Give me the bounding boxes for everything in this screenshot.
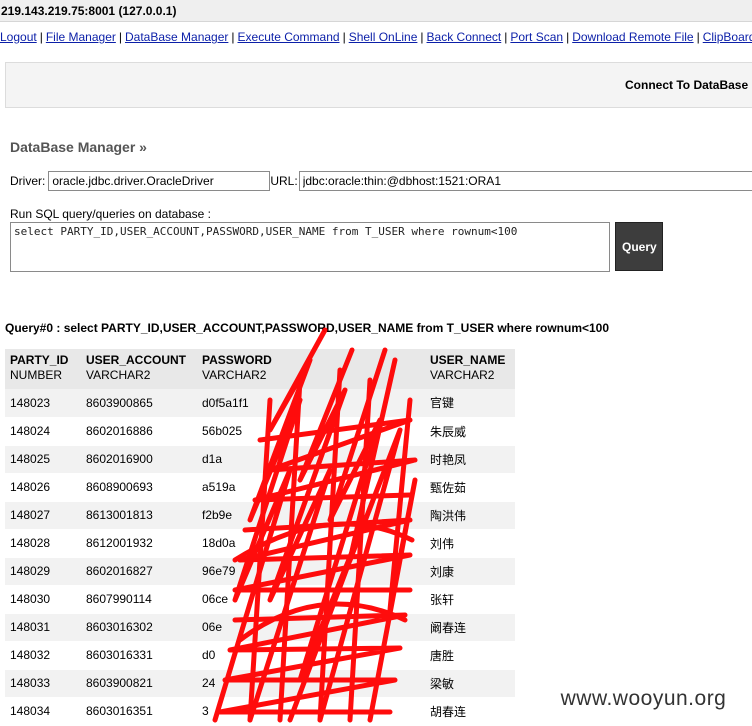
nav-shell-online[interactable]: Shell OnLine — [349, 30, 418, 44]
column-header: PARTY_ID NUMBER — [5, 349, 81, 389]
column-header: USER_ACCOUNT VARCHAR2 — [81, 349, 197, 389]
table-row: 148025 8602016900 d1a 时艳凤 — [5, 445, 515, 474]
table-row: 148028 8612001932 18d0a 刘伟 — [5, 529, 515, 558]
table-header-row: PARTY_ID NUMBER USER_ACCOUNT VARCHAR2 PASS… — [5, 349, 515, 389]
query-result-title: Query#0 : select PARTY_ID,USER_ACCOUNT,P… — [5, 321, 610, 335]
nav-download-remote-file[interactable]: Download Remote File — [572, 30, 693, 44]
nav-file-manager[interactable]: File Manager — [46, 30, 116, 44]
watermark: www.wooyun.org — [535, 679, 752, 719]
url-label: URL: — [270, 174, 298, 188]
nav-database-manager[interactable]: DataBase Manager — [125, 30, 228, 44]
driver-label: Driver: — [10, 174, 46, 188]
nav-clipboard[interactable]: ClipBoard — [703, 30, 752, 44]
nav-execute-command[interactable]: Execute Command — [238, 30, 340, 44]
window-title: 219.143.219.75:8001 (127.0.0.1) — [0, 0, 752, 22]
result-table: PARTY_ID NUMBER USER_ACCOUNT VARCHAR2 PASS… — [5, 349, 515, 726]
table-row: 148034 8603016351 3 胡春连 — [5, 697, 515, 726]
table-row: 148031 8603016302 06e 阚春连 — [5, 613, 515, 642]
table-row: 148026 8608900693 a519a 甄佐茹 — [5, 473, 515, 502]
column-header: USER_NAME VARCHAR2 — [425, 349, 515, 389]
table-row: 148032 8603016331 d0 唐胜 — [5, 641, 515, 670]
connect-panel: Connect To DataBase — [5, 62, 752, 108]
sql-label: Run SQL query/queries on database : — [10, 207, 212, 221]
connect-label: Connect To DataBase — [625, 78, 749, 92]
table-row: 148023 8603900865 d0f5a1f1 官键 — [5, 389, 515, 418]
sql-query-textarea[interactable]: select PARTY_ID,USER_ACCOUNT,PASSWORD,US… — [10, 222, 610, 272]
nav-logout[interactable]: Logout — [0, 30, 37, 44]
table-row: 148024 8602016886 56b025 朱辰威 — [5, 417, 515, 446]
connection-form: Driver: URL: — [10, 171, 752, 191]
column-header: PASSWORD VARCHAR2 — [197, 349, 425, 389]
table-row: 148030 8607990114 06ce 张轩 — [5, 585, 515, 614]
driver-input[interactable] — [48, 171, 271, 191]
section-title: DataBase Manager » — [10, 139, 147, 155]
nav-back-connect[interactable]: Back Connect — [427, 30, 502, 44]
nav-port-scan[interactable]: Port Scan — [510, 30, 563, 44]
table-row: 148029 8602016827 96e79 刘康 — [5, 557, 515, 586]
query-button[interactable]: Query — [615, 222, 663, 271]
table-row: 148027 8613001813 f2b9e 陶洪伟 — [5, 501, 515, 530]
url-input[interactable] — [298, 171, 752, 191]
table-row: 148033 8603900821 24 梁敏 — [5, 669, 515, 698]
nav-bar: Logout | File Manager | DataBase Manager | Exe… — [0, 29, 752, 45]
